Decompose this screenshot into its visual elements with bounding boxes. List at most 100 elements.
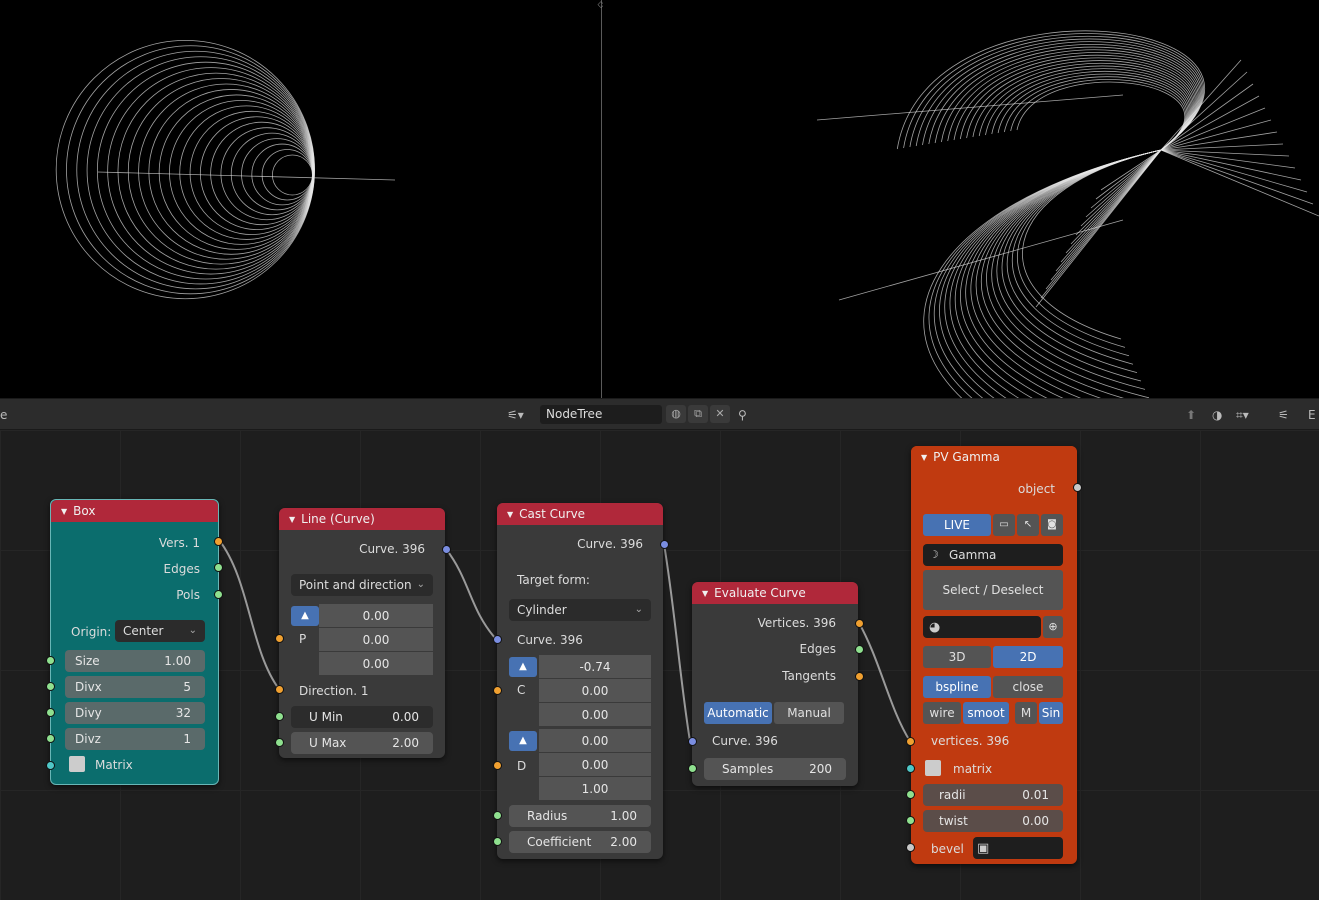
btn-2d[interactable]: 2D	[993, 646, 1063, 668]
cast-target-dropdown[interactable]: Cylinder ⌄	[509, 599, 651, 621]
eval-edges-socket[interactable]	[855, 645, 864, 654]
btn-bspline[interactable]: bspline	[923, 676, 991, 698]
box-divy-socket[interactable]	[46, 708, 55, 717]
cast-c-x[interactable]: -0.74	[539, 655, 651, 679]
line-umin-field[interactable]: U Min 0.00	[291, 706, 433, 728]
duplicate-icon[interactable]: ⧉	[688, 405, 708, 423]
cast-radius-socket[interactable]	[493, 811, 502, 820]
cast-c-socket[interactable]	[493, 686, 502, 695]
overlay-icon[interactable]: ◑	[1212, 406, 1222, 424]
material-field[interactable]: ◕	[923, 616, 1041, 638]
cast-d-socket[interactable]	[493, 761, 502, 770]
btn-close[interactable]: close	[993, 676, 1063, 698]
line-umax-field[interactable]: U Max 2.00	[291, 732, 433, 754]
cast-c-z[interactable]: 0.00	[539, 703, 651, 727]
node-editor-canvas[interactable]: ▼ Box Vers. 1 Edges Pols Origin: Center ⌄ …	[0, 430, 1319, 900]
eval-samples-field[interactable]: Samples 200	[704, 758, 846, 780]
monitor-icon[interactable]: ▭	[993, 514, 1015, 536]
gamma-radii-socket[interactable]	[906, 790, 915, 799]
line-curve-out-socket[interactable]	[442, 545, 451, 554]
cast-radius-field[interactable]: Radius 1.00	[509, 805, 651, 827]
box-origin-dropdown[interactable]: Center ⌄	[115, 620, 205, 642]
cast-curve-out-socket[interactable]	[660, 540, 669, 549]
collapse-icon[interactable]: ▼	[289, 515, 295, 524]
gamma-bevel-field[interactable]: ▣	[973, 837, 1063, 859]
node-tree-icon[interactable]: ⚟▾	[507, 406, 524, 424]
cast-coef-socket[interactable]	[493, 837, 502, 846]
evaluate-curve-node[interactable]: ▼ Evaluate Curve Vertices. 396 Edges Tang…	[692, 582, 858, 786]
node-tree-name-field[interactable]: NodeTree	[540, 405, 662, 424]
btn-sin[interactable]: Sin	[1039, 702, 1063, 724]
btn-wire[interactable]: wire	[923, 702, 961, 724]
box-size-field[interactable]: Size 1.00	[65, 650, 205, 672]
cast-d-x[interactable]: 0.00	[539, 729, 651, 753]
gamma-twist-socket[interactable]	[906, 816, 915, 825]
camera-icon[interactable]: ◙	[1041, 514, 1063, 536]
collapse-icon[interactable]: ▼	[61, 507, 67, 516]
mode-manual-button[interactable]: Manual	[774, 702, 844, 724]
gamma-matrix-socket[interactable]	[906, 764, 915, 773]
box-node[interactable]: ▼ Box Vers. 1 Edges Pols Origin: Center ⌄ …	[50, 499, 219, 785]
cast-d-y[interactable]: 0.00	[539, 753, 651, 777]
viewport-right[interactable]	[603, 0, 1319, 398]
line-curve-node[interactable]: ▼ Line (Curve) Curve. 396 Point and direc…	[279, 508, 445, 758]
line-p-socket[interactable]	[275, 634, 284, 643]
viewport-left[interactable]	[0, 0, 600, 398]
gamma-object-socket[interactable]	[1073, 483, 1082, 492]
arrow-up-icon[interactable]: ▲	[509, 731, 537, 751]
arrow-up-icon[interactable]: ▲	[291, 606, 319, 626]
gamma-radii-field[interactable]: radii 0.01	[923, 784, 1063, 806]
box-verts-socket[interactable]	[214, 537, 223, 546]
line-p-z[interactable]: 0.00	[319, 652, 433, 676]
live-button[interactable]: LIVE	[923, 514, 991, 536]
cast-d-z[interactable]: 1.00	[539, 777, 651, 801]
box-pols-socket[interactable]	[214, 590, 223, 599]
line-umax-socket[interactable]	[275, 738, 284, 747]
gamma-bevel-socket[interactable]	[906, 843, 915, 852]
box-divz-socket[interactable]	[46, 734, 55, 743]
box-divx-field[interactable]: Divx 5	[65, 676, 205, 698]
btn-m[interactable]: M	[1015, 702, 1037, 724]
box-edges-socket[interactable]	[214, 563, 223, 572]
close-icon[interactable]: ✕	[710, 405, 730, 423]
box-divy-field[interactable]: Divy 32	[65, 702, 205, 724]
gamma-node-header[interactable]: ▼ PV Gamma	[911, 446, 1077, 468]
box-node-header[interactable]: ▼ Box	[51, 500, 218, 522]
line-mode-dropdown[interactable]: Point and direction ⌄	[291, 574, 433, 596]
select-deselect-button[interactable]: Select / Deselect	[923, 570, 1063, 610]
pin-icon[interactable]: ⚲	[738, 406, 747, 424]
snap-icon[interactable]: ⌗▾	[1236, 406, 1249, 424]
arrow-up-icon[interactable]: ▲	[509, 657, 537, 677]
cast-node-header[interactable]: ▼ Cast Curve	[497, 503, 663, 525]
cast-curve-node[interactable]: ▼ Cast Curve Curve. 396 Target form: Cyli…	[497, 503, 663, 859]
parent-tree-icon[interactable]: ⬆	[1186, 406, 1196, 424]
box-divx-socket[interactable]	[46, 682, 55, 691]
gamma-twist-field[interactable]: twist 0.00	[923, 810, 1063, 832]
cast-curve-in-socket[interactable]	[493, 635, 502, 644]
box-size-socket[interactable]	[46, 656, 55, 665]
mode-automatic-button[interactable]: Automatic	[704, 702, 772, 724]
shield-icon[interactable]: ◍	[666, 405, 686, 423]
box-divz-field[interactable]: Divz 1	[65, 728, 205, 750]
plus-icon[interactable]: ⊕	[1043, 616, 1063, 638]
collapse-icon[interactable]: ▼	[702, 589, 708, 598]
pv-gamma-node[interactable]: ▼ PV Gamma object LIVE ▭ ↖ ◙ ☽ Gamma Selec…	[911, 446, 1077, 864]
cursor-icon[interactable]: ↖	[1017, 514, 1039, 536]
collapse-icon[interactable]: ▼	[921, 453, 927, 462]
line-node-header[interactable]: ▼ Line (Curve)	[279, 508, 445, 530]
btn-3d[interactable]: 3D	[923, 646, 991, 668]
gamma-name-field[interactable]: ☽ Gamma	[923, 544, 1063, 566]
collapse-icon[interactable]: ▼	[507, 510, 513, 519]
btn-smooth[interactable]: smoot	[963, 702, 1009, 724]
eval-curve-in-socket[interactable]	[688, 737, 697, 746]
eval-samples-socket[interactable]	[688, 764, 697, 773]
gamma-vertices-socket[interactable]	[906, 737, 915, 746]
cast-c-y[interactable]: 0.00	[539, 679, 651, 703]
node-tree-icon-right[interactable]: ⚟	[1278, 406, 1289, 424]
line-p-y[interactable]: 0.00	[319, 628, 433, 652]
box-matrix-socket[interactable]	[46, 761, 55, 770]
line-umin-socket[interactable]	[275, 712, 284, 721]
cast-coef-field[interactable]: Coefficient 2.00	[509, 831, 651, 853]
line-direction-socket[interactable]	[275, 685, 284, 694]
line-p-x[interactable]: 0.00	[319, 604, 433, 628]
